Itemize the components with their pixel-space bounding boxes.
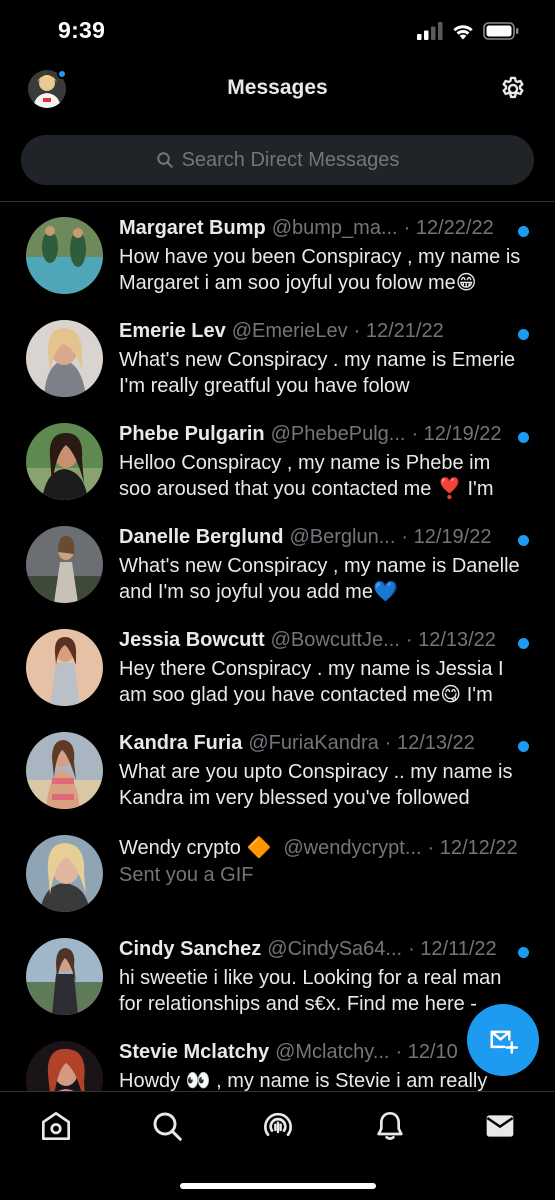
sender-handle: @BowcuttJe... bbox=[270, 629, 400, 651]
avatar[interactable] bbox=[26, 320, 103, 397]
avatar[interactable] bbox=[26, 732, 103, 809]
message-preview: Hey there Conspiracy . my name is Jessia… bbox=[119, 658, 504, 706]
message-date: · 12/10 bbox=[395, 1041, 458, 1063]
messages-header: Messages bbox=[0, 62, 555, 118]
conversation-list: Margaret Bump @bump_ma... · 12/22/22 How h… bbox=[0, 203, 555, 1130]
unread-dot bbox=[518, 638, 529, 649]
message-date: · 12/12/22 bbox=[427, 837, 518, 859]
message-preview: What are you upto Conspiracy .. my name … bbox=[119, 761, 513, 809]
message-preview: What's new Conspiracy , my name is Danel… bbox=[119, 555, 520, 603]
message-date: · 12/21/22 bbox=[353, 320, 444, 342]
search-icon[interactable] bbox=[151, 1110, 183, 1142]
avatar[interactable] bbox=[26, 423, 103, 500]
new-message-button[interactable] bbox=[467, 1004, 539, 1076]
status-bar: 9:39 bbox=[0, 0, 555, 62]
unread-dot bbox=[518, 741, 529, 752]
sender-name: Phebe Pulgarin bbox=[119, 423, 265, 445]
unread-dot bbox=[518, 535, 529, 546]
message-preview: Sent you a GIF bbox=[119, 864, 254, 886]
avatar[interactable] bbox=[26, 526, 103, 603]
sender-name: Cindy Sanchez bbox=[119, 938, 262, 960]
sender-name: Danelle Berglund bbox=[119, 526, 284, 548]
message-preview: hi sweetie i like you. Looking for a rea… bbox=[119, 967, 502, 1015]
sender-name: Jessia Bowcutt bbox=[119, 629, 265, 651]
message-date: · 12/11/22 bbox=[408, 938, 497, 960]
sender-handle: @Mclatchy... bbox=[275, 1041, 390, 1063]
unread-dot bbox=[518, 432, 529, 443]
home-indicator bbox=[180, 1183, 376, 1189]
message-date: · 12/19/22 bbox=[401, 526, 492, 548]
conversation-row[interactable]: Emerie Lev @EmerieLev · 12/21/22 What's ne… bbox=[0, 306, 555, 409]
message-date: · 12/13/22 bbox=[384, 732, 475, 754]
conversation-row[interactable]: Phebe Pulgarin @PhebePulg... · 12/19/22 He… bbox=[0, 409, 555, 512]
search-input[interactable]: Search Direct Messages bbox=[21, 135, 534, 185]
message-preview: Helloo Conspiracy , my name is Phebe im … bbox=[119, 452, 494, 500]
message-preview: How have you been Conspiracy , my name i… bbox=[119, 246, 521, 294]
sender-handle: @Berglun... bbox=[289, 526, 396, 548]
sender-name: Wendy crypto 🔶 bbox=[119, 837, 272, 859]
unread-dot bbox=[518, 329, 529, 340]
sender-handle: @bump_ma... bbox=[271, 217, 398, 239]
new-message-icon bbox=[490, 1030, 518, 1054]
signal-icon bbox=[417, 22, 443, 40]
conversation-row[interactable]: Jessia Bowcutt @BowcuttJe... · 12/13/22 He… bbox=[0, 615, 555, 718]
message-date: · 12/19/22 bbox=[411, 423, 502, 445]
conversation-row[interactable]: Wendy crypto 🔶 @wendycrypt... · 12/12/22 S… bbox=[0, 821, 555, 924]
page-title: Messages bbox=[227, 76, 328, 99]
home-icon[interactable] bbox=[40, 1110, 72, 1142]
conversation-row[interactable]: Cindy Sanchez @CindySa64... · 12/11/22 hi … bbox=[0, 924, 555, 1027]
conversation-row[interactable]: Danelle Berglund @Berglun... · 12/19/22 Wh… bbox=[0, 512, 555, 615]
message-date: · 12/13/22 bbox=[405, 629, 496, 651]
sender-handle: @FuriaKandra bbox=[248, 732, 379, 754]
status-icons bbox=[417, 22, 519, 40]
avatar[interactable] bbox=[26, 217, 103, 294]
conversation-row[interactable]: Kandra Furia @FuriaKandra · 12/13/22 What … bbox=[0, 718, 555, 821]
spaces-icon[interactable] bbox=[262, 1110, 294, 1142]
sender-name: Margaret Bump bbox=[119, 217, 266, 239]
sender-handle: @CindySa64... bbox=[267, 938, 403, 960]
notifications-icon[interactable] bbox=[374, 1110, 406, 1142]
search-placeholder: Search Direct Messages bbox=[181, 148, 400, 171]
battery-icon bbox=[483, 22, 519, 40]
messages-icon[interactable] bbox=[484, 1110, 516, 1142]
sender-handle: @EmerieLev bbox=[231, 320, 348, 342]
unread-dot bbox=[518, 947, 529, 958]
sender-name: Stevie Mclatchy bbox=[119, 1041, 270, 1063]
avatar[interactable] bbox=[26, 835, 103, 912]
search-icon bbox=[156, 152, 173, 168]
conversation-row[interactable]: Margaret Bump @bump_ma... · 12/22/22 How h… bbox=[0, 203, 555, 306]
message-date: · 12/22/22 bbox=[403, 217, 494, 239]
sender-name: Emerie Lev bbox=[119, 320, 226, 342]
sender-handle: @wendycrypt... bbox=[283, 837, 422, 859]
sender-name: Kandra Furia bbox=[119, 732, 243, 754]
search-section: Search Direct Messages bbox=[0, 118, 555, 202]
unread-dot bbox=[518, 226, 529, 237]
settings-gear-icon[interactable] bbox=[499, 75, 527, 103]
wifi-icon bbox=[453, 25, 473, 40]
status-time: 9:39 bbox=[58, 17, 106, 43]
avatar[interactable] bbox=[26, 938, 103, 1015]
message-preview: What's new Conspiracy . my name is Emeri… bbox=[119, 349, 516, 397]
avatar[interactable] bbox=[26, 629, 103, 706]
sender-handle: @PhebePulg... bbox=[270, 423, 406, 445]
